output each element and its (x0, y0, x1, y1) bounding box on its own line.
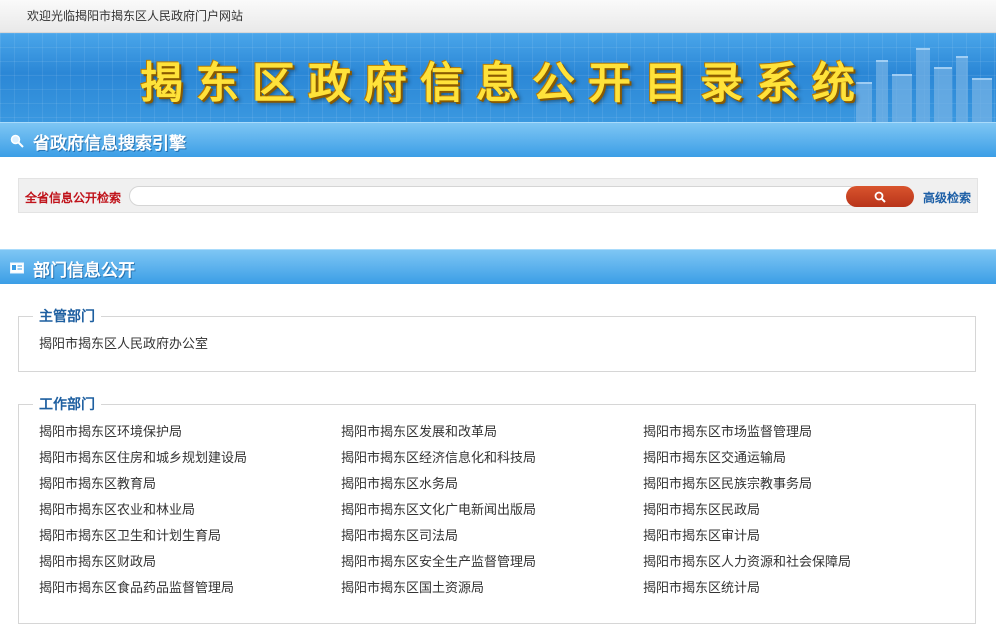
dept-link[interactable]: 揭阳市揭东区统计局 (643, 576, 945, 602)
dept-link[interactable]: 揭阳市揭东区审计局 (643, 524, 945, 550)
dept-link[interactable]: 揭阳市揭东区人民政府办公室 (39, 332, 341, 358)
dept-link[interactable]: 揭阳市揭东区住房和城乡规划建设局 (39, 446, 341, 472)
search-bar: 全省信息公开检索 高级检索 (18, 178, 978, 213)
search-input[interactable] (129, 186, 859, 206)
dept-link[interactable]: 揭阳市揭东区民政局 (643, 498, 945, 524)
work-dept-legend: 工作部门 (39, 397, 95, 413)
search-icon (874, 191, 886, 203)
dept-link[interactable]: 揭阳市揭东区文化广电新闻出版局 (341, 498, 643, 524)
dept-link[interactable]: 揭阳市揭东区农业和林业局 (39, 498, 341, 524)
search-button[interactable] (846, 186, 914, 207)
top-bar: 欢迎光临揭阳市揭东区人民政府门户网站 (0, 0, 996, 33)
dept-link[interactable]: 揭阳市揭东区财政局 (39, 550, 341, 576)
dept-link[interactable]: 揭阳市揭东区交通运输局 (643, 446, 945, 472)
search-label: 全省信息公开检索 (25, 191, 122, 205)
banner-title: 揭东区政府信息公开目录系统 (140, 59, 868, 109)
main-dept-legend: 主管部门 (39, 309, 95, 325)
dept-link[interactable]: 揭阳市揭东区司法局 (341, 524, 643, 550)
dept-link[interactable]: 揭阳市揭东区教育局 (39, 472, 341, 498)
welcome-text: 欢迎光临揭阳市揭东区人民政府门户网站 (27, 9, 244, 23)
dept-section-title: 部门信息公开 (33, 261, 135, 281)
dept-link[interactable]: 揭阳市揭东区经济信息化和科技局 (341, 446, 643, 472)
dept-link[interactable]: 揭阳市揭东区水务局 (341, 472, 643, 498)
dept-link[interactable]: 揭阳市揭东区市场监督管理局 (643, 420, 945, 446)
work-dept-panel: 工作部门 揭阳市揭东区环境保护局 揭阳市揭东区发展和改革局 揭阳市揭东区市场监督管理… (18, 394, 976, 624)
dept-link[interactable]: 揭阳市揭东区食品药品监督管理局 (39, 576, 341, 602)
dept-link[interactable]: 揭阳市揭东区民族宗教事务局 (643, 472, 945, 498)
city-skyline-decoration (846, 33, 996, 122)
search-section-title: 省政府信息搜索引擎 (33, 134, 186, 154)
dept-link[interactable]: 揭阳市揭东区人力资源和社会保障局 (643, 550, 945, 576)
dept-link[interactable]: 揭阳市揭东区发展和改革局 (341, 420, 643, 446)
site-banner: 揭东区政府信息公开目录系统 (0, 33, 996, 122)
id-card-icon (10, 262, 24, 274)
dept-link[interactable]: 揭阳市揭东区卫生和计划生育局 (39, 524, 341, 550)
search-section-header: 省政府信息搜索引擎 (0, 122, 996, 157)
dept-link[interactable]: 揭阳市揭东区国土资源局 (341, 576, 643, 602)
main-dept-panel: 主管部门 揭阳市揭东区人民政府办公室 (18, 306, 976, 372)
work-dept-list: 揭阳市揭东区环境保护局 揭阳市揭东区发展和改革局 揭阳市揭东区市场监督管理局 揭阳市揭… (19, 414, 975, 602)
magnifier-icon (10, 134, 24, 148)
advanced-search-link[interactable]: 高级检索 (923, 189, 971, 206)
dept-link[interactable]: 揭阳市揭东区环境保护局 (39, 420, 341, 446)
dept-link[interactable]: 揭阳市揭东区安全生产监督管理局 (341, 550, 643, 576)
main-dept-list: 揭阳市揭东区人民政府办公室 (19, 326, 975, 358)
dept-section-header: 部门信息公开 (0, 249, 996, 284)
